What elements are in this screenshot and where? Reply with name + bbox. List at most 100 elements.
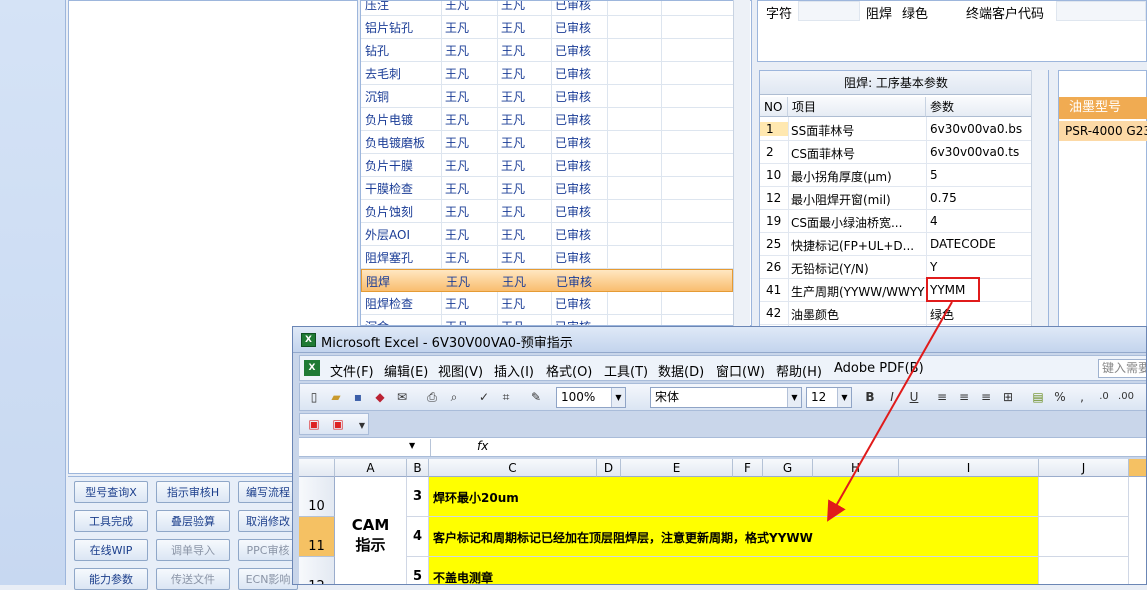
bold-icon[interactable]: B [862,389,878,405]
process-row[interactable]: 沉金 王凡 王凡 已审核 [361,315,733,325]
process-row[interactable]: 阻焊检查 王凡 王凡 已审核 [361,292,733,315]
edit-flow-button[interactable]: 编写流程 [238,481,298,503]
param-row[interactable]: 25 快捷标记(FP+UL+D... DATECODE [760,233,1032,256]
merge-center-icon[interactable]: ⊞ [1000,389,1016,405]
font-size-select[interactable]: 12 ▼ [806,387,852,408]
param-row[interactable]: 1 SS面菲林号 6v30v00va0.bs [760,118,1032,141]
param-row[interactable]: 41 生产周期(YYWW/WWYY) YYMM [760,279,1032,302]
increase-decimal-icon[interactable]: .0 [1096,389,1112,405]
percent-icon[interactable]: % [1052,389,1068,405]
process-row[interactable]: 负片蚀刻 王凡 王凡 已审核 [361,200,733,223]
process-row[interactable]: 阻焊塞孔 王凡 王凡 已审核 [361,246,733,269]
param-row[interactable]: 42 油墨颜色 绿色 [760,302,1032,325]
process-list-scrollbar[interactable] [733,0,750,326]
tool-complete-button[interactable]: 工具完成 [74,510,148,532]
menu-format[interactable]: 格式(O) [546,361,592,380]
menu-data[interactable]: 数据(D) [658,361,704,380]
row-header[interactable]: 12 [299,557,335,584]
capability-params-button[interactable]: 能力参数 [74,568,148,590]
chevron-down-icon[interactable]: ▼ [409,441,415,450]
new-icon[interactable]: ▯ [306,389,322,405]
process-row[interactable]: 负电镀磨板 王凡 王凡 已审核 [361,131,733,154]
zoom-select[interactable]: 100% ▼ [556,387,626,408]
column-header[interactable]: I [899,459,1039,477]
process-row[interactable]: 铝片钻孔 王凡 王凡 已审核 [361,16,733,39]
param-row[interactable]: 19 CS面最小绿油桥宽... 4 [760,210,1032,233]
param-row[interactable]: 26 无铅标记(Y/N) Y [760,256,1032,279]
cell-j[interactable] [1039,557,1129,584]
process-row[interactable]: 负片电镀 王凡 王凡 已审核 [361,108,733,131]
oil-model-value[interactable]: PSR-4000 G23 [1059,121,1147,141]
workbook-icon[interactable]: X [304,360,320,376]
print-preview-icon[interactable]: ⌕ [446,389,462,405]
process-row[interactable]: 阻焊 王凡 王凡 已审核 [361,269,733,292]
instruction-cell[interactable]: 客户标记和周期标记已经加在顶层阻焊层，注意更新周期，格式YYWW [429,517,1039,557]
row-header[interactable]: 10 [299,477,335,517]
menu-view[interactable]: 视图(V) [438,361,483,380]
underline-icon[interactable]: U [906,389,922,405]
seq-cell[interactable]: 5 [407,557,429,584]
menu-file[interactable]: 文件(F) [330,361,374,380]
print-icon[interactable]: ⎙ [424,389,440,405]
column-header[interactable]: E [621,459,733,477]
select-all-corner[interactable] [299,459,335,477]
column-header[interactable]: J [1039,459,1129,477]
pdf-convert-icon[interactable]: ▣ [306,416,322,432]
instruction-cell[interactable]: 焊环最小20um [429,477,1039,517]
column-header[interactable]: A [335,459,407,477]
align-left-icon[interactable]: ≡ [934,389,950,405]
row-header[interactable]: 11 [299,517,335,557]
stackup-check-button[interactable]: 叠层验算 [156,510,230,532]
ecn-impact-button[interactable]: ECN影响 [238,568,298,590]
permission-icon[interactable]: ◆ [372,389,388,405]
align-right-icon[interactable]: ≡ [978,389,994,405]
open-icon[interactable]: ▰ [328,389,344,405]
decrease-decimal-icon[interactable]: .00 [1118,389,1134,405]
font-select[interactable]: 宋体 ▼ [650,387,802,408]
model-query-button[interactable]: 型号查询X [74,481,148,503]
instruction-review-button[interactable]: 指示审核H [156,481,230,503]
menu-window[interactable]: 窗口(W) [716,361,765,380]
menu-insert[interactable]: 插入(I) [494,361,534,380]
param-row[interactable]: 12 最小阻焊开窗(mil) 0.75 [760,187,1032,210]
align-center-icon[interactable]: ≡ [956,389,972,405]
fx-icon[interactable]: fx [477,439,488,453]
process-row[interactable]: 外层AOI 王凡 王凡 已审核 [361,223,733,246]
process-row[interactable]: 沉铜 王凡 王凡 已审核 [361,85,733,108]
online-wip-button[interactable]: 在线WIP [74,539,148,561]
cam-instruction-merged-cell[interactable]: CAM 指示 [335,477,407,584]
currency-icon[interactable]: ▤ [1030,389,1046,405]
import-order-button[interactable]: 调单导入 [156,539,230,561]
customer-code-field[interactable] [1056,1,1146,21]
menu-help[interactable]: 帮助(H) [776,361,822,380]
column-header[interactable]: F [733,459,763,477]
column-header-extra[interactable] [1129,459,1146,477]
column-header[interactable]: G [763,459,813,477]
param-row[interactable]: 10 最小拐角厚度(μm) 5 [760,164,1032,187]
column-header[interactable]: B [407,459,429,477]
mask-color-value[interactable]: 绿色 [902,3,928,22]
format-painter-icon[interactable]: ✎ [528,389,544,405]
comma-icon[interactable]: , [1074,389,1090,405]
process-row[interactable]: 去毛刺 王凡 王凡 已审核 [361,62,733,85]
process-row[interactable]: 钻孔 王凡 王凡 已审核 [361,39,733,62]
process-row[interactable]: 干膜检查 王凡 王凡 已审核 [361,177,733,200]
save-icon[interactable]: ▪ [350,389,366,405]
menu-adobe-pdf[interactable]: Adobe PDF(B) [834,361,924,376]
cell-j[interactable] [1039,477,1129,517]
seq-cell[interactable]: 3 [407,477,429,517]
ppc-review-button[interactable]: PPC审核 [238,539,298,561]
research-icon[interactable]: ⌗ [498,389,514,405]
column-header[interactable]: D [597,459,621,477]
process-row[interactable]: 压注 王凡 王凡 已审核 [361,1,733,16]
help-question-box[interactable]: 键入需要帮助的问题 [1098,359,1146,378]
toolbar-options-icon[interactable]: ▼ [354,418,370,434]
send-file-button[interactable]: 传送文件 [156,568,230,590]
excel-title-bar[interactable]: X Microsoft Excel - 6V30V00VA0-预审指示 [293,327,1146,353]
seq-cell[interactable]: 4 [407,517,429,557]
column-header[interactable]: H [813,459,899,477]
menu-tools[interactable]: 工具(T) [604,361,648,380]
italic-icon[interactable]: I [884,389,900,405]
column-header[interactable]: C [429,459,597,477]
spelling-icon[interactable]: ✓ [476,389,492,405]
